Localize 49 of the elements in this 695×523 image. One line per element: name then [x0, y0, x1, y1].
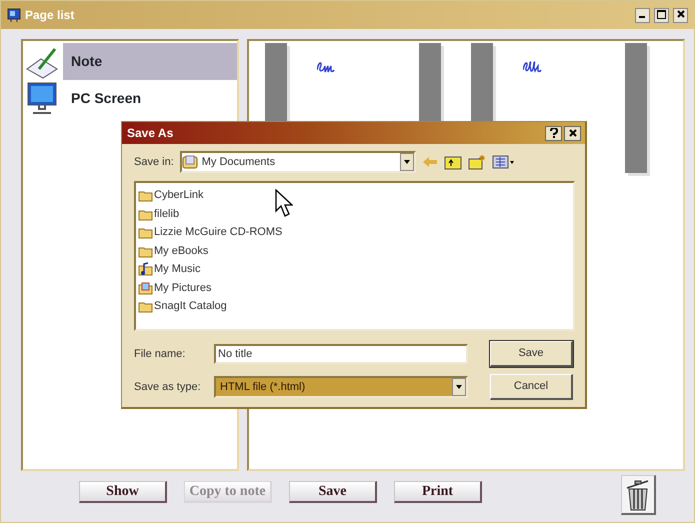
close-button[interactable]	[673, 8, 688, 22]
file-item[interactable]: My Music	[154, 261, 200, 278]
save-button[interactable]: Save	[490, 341, 573, 367]
maximize-icon	[657, 10, 666, 19]
file-name-field[interactable]: No title	[214, 344, 468, 364]
new-folder-icon[interactable]	[468, 154, 486, 170]
help-button[interactable]	[545, 126, 562, 140]
music-folder-icon	[138, 262, 153, 276]
documents-folder-icon	[182, 155, 198, 169]
file-item[interactable]: Lizzie McGuire CD-ROMS	[154, 224, 282, 240]
caret-icon	[404, 160, 410, 164]
monitor-icon	[25, 82, 59, 116]
dialog-title: Save As	[127, 125, 174, 142]
app-icon	[7, 8, 21, 22]
caret-icon	[456, 384, 462, 389]
mouse-pointer-icon	[275, 189, 293, 217]
trash-button[interactable]	[621, 475, 656, 515]
dropdown-button[interactable]	[400, 153, 414, 171]
file-item[interactable]: My Pictures	[154, 280, 212, 296]
handwriting-scribble-drawing	[523, 60, 543, 74]
save-as-type-value: HTML file (*.html)	[219, 380, 306, 395]
view-menu-icon[interactable]	[492, 155, 514, 169]
save-as-type-label: Save as type:	[134, 380, 202, 395]
save-in-value: My Documents	[200, 154, 276, 170]
source-item[interactable]: Note	[63, 43, 237, 80]
handwriting-scribble-drawing	[317, 60, 337, 74]
save-in-dropdown[interactable]: My Documents	[180, 151, 416, 173]
pictures-folder-icon	[138, 280, 153, 295]
minimize-button[interactable]	[635, 8, 650, 22]
source-item[interactable]: PC Screen	[63, 80, 237, 117]
save-as-type-dropdown[interactable]: HTML file (*.html)	[214, 376, 468, 398]
close-icon	[568, 129, 576, 138]
up-folder-icon[interactable]	[444, 154, 462, 170]
close-button[interactable]	[564, 126, 581, 140]
dropdown-button[interactable]	[452, 378, 466, 396]
toolbar-button[interactable]: Show	[79, 481, 167, 503]
maximize-button[interactable]	[654, 8, 669, 22]
file-item[interactable]: SnagIt Catalog	[154, 298, 227, 314]
toolbar-button[interactable]: Save	[289, 481, 377, 503]
file-item[interactable]: filelib	[154, 206, 180, 222]
toolbar-button[interactable]: Print	[394, 481, 482, 503]
save-in-label: Save in:	[134, 154, 174, 170]
cancel-button[interactable]: Cancel	[490, 374, 573, 400]
file-item[interactable]: My eBooks	[154, 242, 208, 259]
help-icon	[550, 128, 558, 138]
window-title: Page list	[25, 7, 74, 24]
file-name-label: File name:	[134, 346, 186, 362]
close-icon	[676, 10, 684, 18]
file-item[interactable]: CyberLink	[154, 187, 204, 204]
